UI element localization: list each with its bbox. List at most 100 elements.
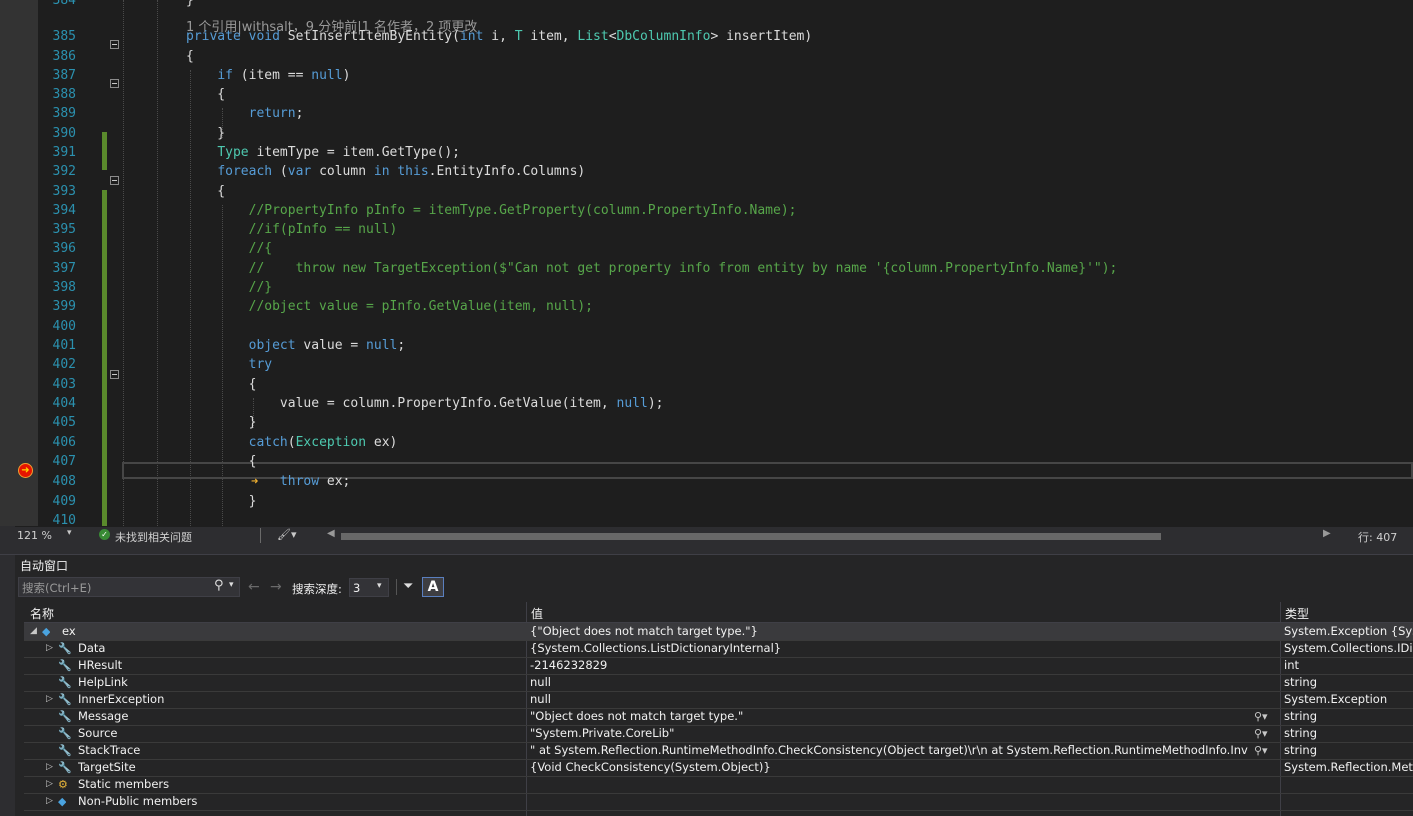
autos-row[interactable]: ▷ 🔧 InnerException null System.Exception	[24, 691, 1413, 709]
code-line[interactable]: 389 return;	[38, 104, 1413, 123]
code-editor[interactable]: 1 个引用|withsalt，9 分钟前|1 名作者，2 项更改 ➜ 384} 3…	[0, 0, 1413, 526]
collapse-arrow-icon[interactable]: ◢	[30, 623, 37, 640]
autos-row[interactable]: ▷ ◆ Non-Public members	[24, 793, 1413, 811]
text-visualizer-icon[interactable]: ⚲▾	[1254, 708, 1268, 725]
search-depth-value: 3	[353, 581, 361, 595]
code-line[interactable]: 392 foreach (var column in this.EntityIn…	[38, 162, 1413, 181]
variable-value[interactable]: null	[530, 691, 1248, 708]
autos-row[interactable]: ▷ ⚙ Static members	[24, 776, 1413, 794]
text-visualizer-icon[interactable]: ⚲▾	[1254, 725, 1268, 742]
code-line[interactable]: 410	[38, 511, 1413, 526]
variable-value[interactable]: -2146232829	[530, 657, 1248, 674]
search-back-icon[interactable]: ←	[248, 579, 260, 595]
search-box[interactable]: 搜索(Ctrl+E) ⚲ ▾	[18, 577, 240, 597]
filter-icon[interactable]: ⏷	[403, 579, 413, 594]
code-line[interactable]: 396 //{	[38, 239, 1413, 258]
autos-row[interactable]: ◢ ◆ ex {"Object does not match target type.…	[24, 623, 1413, 641]
autos-row[interactable]: 🔧 HResult -2146232829 int	[24, 657, 1413, 675]
autos-row[interactable]: 🔧 Source "System.Private.CoreLib" ⚲▾ string	[24, 725, 1413, 743]
code-line[interactable]: 385 private void SetInsertItemByEntity(in…	[38, 27, 1413, 46]
column-header-value[interactable]: 值	[531, 605, 543, 622]
property-wrench-icon: 🔧	[58, 676, 72, 689]
autos-row[interactable]: 🔧 Message "Object does not match target ty…	[24, 708, 1413, 726]
line-number: 398	[52, 280, 76, 295]
variable-value[interactable]: {"Object does not match target type."}	[530, 623, 1248, 640]
variable-value[interactable]: "System.Private.CoreLib"	[530, 725, 1248, 742]
code-line[interactable]: 395 //if(pInfo == null)	[38, 220, 1413, 239]
variable-value[interactable]: null	[530, 674, 1248, 691]
code-line[interactable]: 409 }	[38, 492, 1413, 511]
code-line[interactable]: 391 Type itemType = item.GetType();	[38, 143, 1413, 162]
variable-value[interactable]: {Void CheckConsistency(System.Object)}	[530, 759, 1248, 776]
code-line[interactable]: 397 // throw new TargetException($"Can n…	[38, 259, 1413, 278]
code-line[interactable]: 386 {	[38, 47, 1413, 66]
scroll-left-icon[interactable]: ◀	[327, 528, 335, 539]
code-line[interactable]: 407 {	[38, 452, 1413, 471]
code-line[interactable]: 403 {	[38, 375, 1413, 394]
zoom-dropdown-icon[interactable]: ▾	[67, 528, 72, 538]
search-options-dropdown-icon[interactable]: ▾	[229, 580, 234, 590]
code-line[interactable]: 398 //}	[38, 278, 1413, 297]
autos-row[interactable]: 🔧 StackTrace " at System.Reflection.Runtim…	[24, 742, 1413, 760]
search-icon[interactable]: ⚲	[214, 578, 224, 593]
code-line[interactable]: 384}	[38, 0, 1413, 10]
column-header-type[interactable]: 类型	[1285, 605, 1309, 622]
code-line[interactable]: 388 {	[38, 85, 1413, 104]
expand-arrow-icon[interactable]: ▷	[46, 776, 53, 793]
property-wrench-icon: 🔧	[58, 727, 72, 740]
column-header-name[interactable]: 名称	[30, 605, 54, 622]
code-line[interactable]: 406 catch(Exception ex)	[38, 433, 1413, 452]
code-line[interactable]: 404 value = column.PropertyInfo.GetValue…	[38, 394, 1413, 413]
breakpoint-current-statement-icon[interactable]: ➜	[18, 463, 33, 478]
code-line[interactable]: 401 object value = null;	[38, 336, 1413, 355]
scroll-right-icon[interactable]: ▶	[1323, 528, 1331, 539]
code-text: }	[186, 0, 194, 8]
code-line[interactable]: 394 //PropertyInfo pInfo = itemType.GetP…	[38, 201, 1413, 220]
autos-row[interactable]: ▷ 🔧 TargetSite {Void CheckConsistency(Syste…	[24, 759, 1413, 777]
panel-splitter[interactable]	[0, 545, 1413, 555]
code-line[interactable]: 393 {	[38, 182, 1413, 201]
zoom-level[interactable]: 121 %	[17, 529, 52, 542]
expand-arrow-icon[interactable]: ▷	[46, 691, 53, 708]
glyph-margin[interactable]	[0, 0, 38, 526]
text-visualizer-icon[interactable]: ⚲▾	[1254, 742, 1268, 759]
code-text: value = column.PropertyInfo.GetValue(ite…	[279, 396, 664, 411]
variable-value[interactable]	[530, 776, 1248, 793]
variable-type: string	[1284, 743, 1318, 757]
code-line[interactable]: 400	[38, 317, 1413, 336]
code-line[interactable]: 387 if (item == null)	[38, 66, 1413, 85]
property-wrench-icon: 🔧	[58, 710, 72, 723]
code-line[interactable]: 390 }	[38, 124, 1413, 143]
variable-value[interactable]	[530, 793, 1248, 810]
code-line[interactable]: 408 throw ex; ➜	[38, 472, 1413, 491]
variable-value[interactable]: " at System.Reflection.RuntimeMethodInfo…	[530, 742, 1248, 759]
format-toggle-button[interactable]: A	[422, 577, 444, 597]
variable-name: Non-Public members	[78, 794, 198, 808]
expand-arrow-icon[interactable]: ▷	[46, 640, 53, 657]
autos-row[interactable]: 🔧 HelpLink null string	[24, 674, 1413, 692]
brush-icon[interactable]: 🖌▾	[277, 528, 297, 541]
variable-value[interactable]: "Object does not match target type."	[530, 708, 1248, 725]
search-forward-icon[interactable]: →	[270, 579, 282, 595]
expand-arrow-icon[interactable]: ▷	[46, 759, 53, 776]
code-line[interactable]: 399 //object value = pInfo.GetValue(item…	[38, 297, 1413, 316]
grid-header: 名称 值 类型	[24, 602, 1413, 623]
search-depth-select[interactable]: 3 ▾	[349, 578, 389, 597]
variable-type: System.Exception {System.Reflection.Targ…	[1284, 624, 1413, 638]
autos-row[interactable]: ▷ 🔧 Data {System.Collections.ListDictionary…	[24, 640, 1413, 658]
code-text: {	[186, 49, 194, 64]
code-line[interactable]: 402 try	[38, 355, 1413, 374]
issues-status[interactable]: 未找到相关问题	[115, 529, 192, 545]
autos-window: 自动窗口 搜索(Ctrl+E) ⚲ ▾ ← → 搜索深度: 3 ▾ ⏷ A 名称…	[15, 555, 1413, 816]
code-text: object value = null;	[248, 338, 406, 353]
code-line[interactable]: 405 }	[38, 413, 1413, 432]
search-input[interactable]: 搜索(Ctrl+E)	[22, 580, 91, 596]
expand-arrow-icon[interactable]: ▷	[46, 793, 53, 810]
code-text: //if(pInfo == null)	[186, 222, 398, 237]
chevron-down-icon: ▾	[377, 581, 382, 591]
variable-value[interactable]: {System.Collections.ListDictionaryIntern…	[530, 640, 1248, 657]
code-text: try	[248, 357, 273, 372]
horizontal-scrollbar-thumb[interactable]	[341, 533, 1161, 540]
variable-name: TargetSite	[78, 760, 136, 774]
variable-name: HelpLink	[78, 675, 128, 689]
